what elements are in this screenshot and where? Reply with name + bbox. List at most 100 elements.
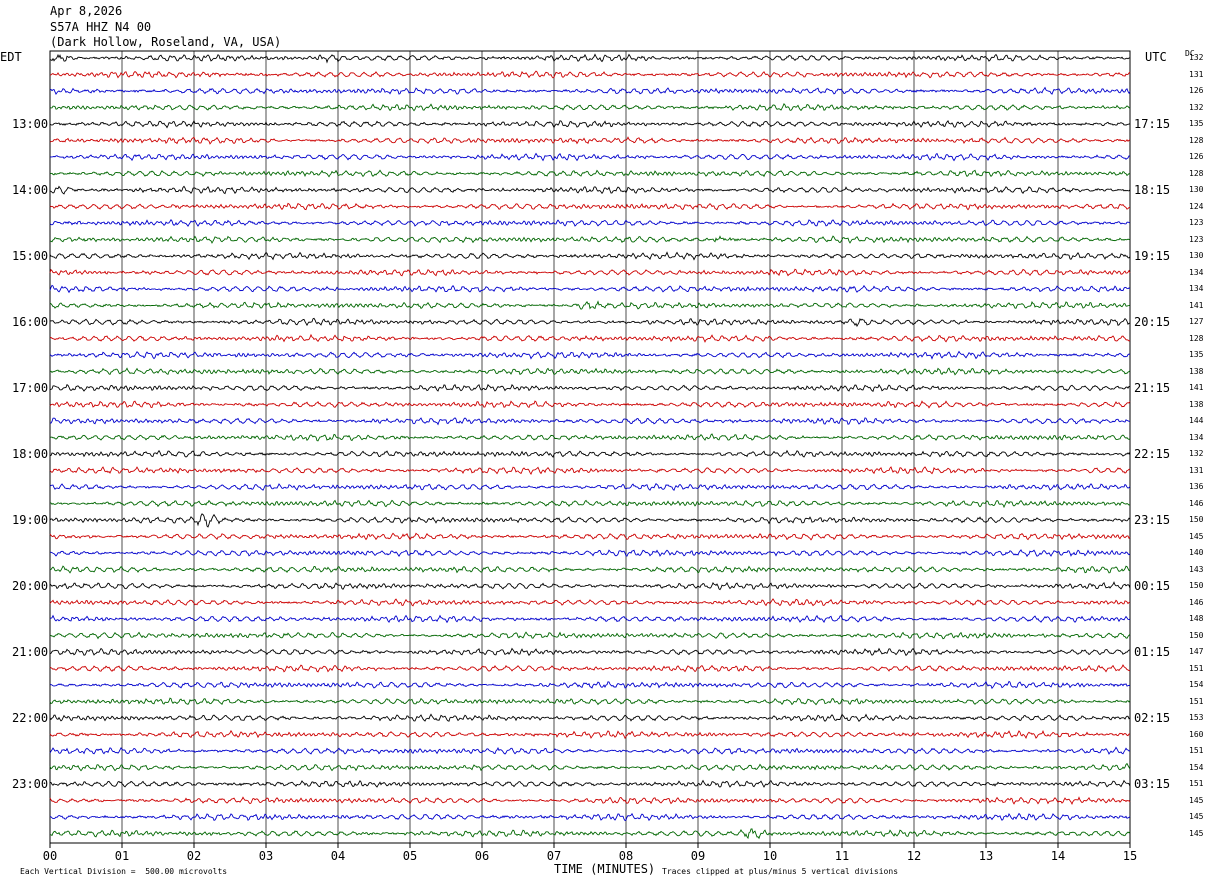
- dc-offset-label: 128: [1189, 333, 1204, 343]
- trace-line: [49, 284, 1131, 294]
- trace-line: [49, 581, 1131, 591]
- x-tick-label: 00: [43, 849, 57, 863]
- dc-offset-label: 135: [1189, 350, 1204, 359]
- right-hour-label: 20:15: [1134, 315, 1171, 329]
- dc-offset-label: 123: [1189, 234, 1204, 244]
- dc-offset-label: 141: [1189, 300, 1204, 310]
- trace-line: [49, 729, 1131, 740]
- scale-note: Each Vertical Division = 500.00 microvol…: [20, 867, 228, 876]
- dc-offset-label: 130: [1189, 251, 1204, 260]
- x-tick-label: 04: [331, 849, 345, 863]
- trace-line: [49, 383, 1131, 392]
- dc-offset-label: 150: [1189, 515, 1204, 524]
- trace-line: [49, 680, 1131, 690]
- trace-line: [49, 513, 1131, 528]
- x-tick-label: 13: [979, 849, 993, 863]
- trace-line: [49, 317, 1131, 328]
- dc-offset-label: 143: [1189, 564, 1204, 574]
- trace-line: [49, 565, 1131, 574]
- trace-line: [49, 697, 1131, 706]
- right-hour-label: 18:15: [1134, 183, 1171, 197]
- trace-line: [49, 218, 1131, 228]
- left-hour-label: 22:00: [12, 711, 49, 725]
- right-zone-label: UTC: [1145, 50, 1167, 64]
- dc-offset-label: 131: [1189, 465, 1204, 475]
- right-hour-label: 01:15: [1134, 645, 1171, 659]
- left-hour-label: 17:00: [12, 381, 49, 395]
- trace-line: [49, 350, 1131, 360]
- trace-line: [49, 235, 1131, 244]
- dc-offset-label: 150: [1189, 630, 1204, 640]
- left-hour-label: 14:00: [12, 183, 49, 197]
- clip-note: Traces clipped at plus/minus 5 vertical …: [662, 867, 899, 876]
- dc-offset-label: 127: [1189, 317, 1204, 326]
- trace-line: [49, 598, 1131, 607]
- trace-line: [49, 120, 1131, 129]
- x-axis-label: TIME (MINUTES): [554, 862, 656, 876]
- trace-line: [49, 103, 1131, 112]
- trace-line: [49, 53, 1131, 64]
- x-tick-label: 08: [619, 849, 633, 863]
- x-tick-label: 05: [403, 849, 417, 863]
- right-hour-label: 02:15: [1134, 711, 1171, 725]
- x-tick-label: 09: [691, 849, 705, 863]
- dc-offset-label: 141: [1189, 383, 1204, 392]
- trace-line: [49, 152, 1131, 162]
- dc-offset-label: 134: [1189, 267, 1204, 277]
- trace-line: [49, 796, 1131, 805]
- dc-offset-label: 154: [1189, 680, 1204, 689]
- dc-offset-label: 145: [1189, 828, 1204, 838]
- dc-offset-label: 145: [1189, 812, 1204, 821]
- dc-offset-label: 153: [1189, 713, 1204, 722]
- dc-offset-label: 144: [1189, 416, 1204, 425]
- dc-offset-label: 132: [1189, 53, 1204, 62]
- dc-offset-label: 138: [1189, 366, 1204, 376]
- left-hour-label: 21:00: [12, 645, 49, 659]
- left-hour-label: 13:00: [12, 117, 49, 131]
- trace-line: [49, 746, 1131, 755]
- dc-offset-label: 130: [1189, 185, 1204, 194]
- dc-offset-label: 145: [1189, 531, 1204, 541]
- trace-line: [49, 713, 1131, 723]
- dc-offset-label: 150: [1189, 581, 1204, 590]
- helicorder-plot: 00 01 02 03 04 05 06 07 08 09 10 11 12 13 14 15: [43, 50, 1137, 863]
- left-hour-label: 16:00: [12, 315, 49, 329]
- right-hour-label: 23:15: [1134, 513, 1171, 527]
- dc-offset-label: 128: [1189, 168, 1204, 178]
- trace-line: [49, 466, 1131, 476]
- header-station: S57A HHZ N4 00: [50, 20, 152, 34]
- trace-line: [49, 433, 1131, 442]
- trace-line: [49, 532, 1131, 541]
- header-location: (Dark Hollow, Roseland, VA, USA): [50, 35, 282, 49]
- trace-line: [49, 202, 1131, 211]
- right-hour-label: 19:15: [1134, 249, 1171, 263]
- left-hour-label: 23:00: [12, 777, 49, 791]
- trace-line: [49, 499, 1131, 509]
- plot-grid: [49, 50, 1131, 844]
- seismic-traces: [49, 53, 1131, 840]
- dc-offset-label: 126: [1189, 86, 1204, 95]
- dc-offset-label: 151: [1189, 779, 1204, 788]
- plot-frame: [49, 50, 1131, 844]
- trace-line: [49, 647, 1131, 657]
- trace-line: [49, 333, 1131, 343]
- trace-line: [49, 367, 1131, 376]
- x-tick-label: 14: [1051, 849, 1065, 863]
- trace-line: [49, 268, 1131, 277]
- trace-line: [49, 614, 1131, 624]
- dc-offset-label: 154: [1189, 762, 1204, 772]
- dc-offset-label: 134: [1189, 432, 1204, 442]
- x-tick-label: 15: [1123, 849, 1137, 863]
- dc-offset-label: 160: [1189, 729, 1204, 739]
- x-tick-label: 03: [259, 849, 273, 863]
- trace-line: [49, 549, 1131, 558]
- dc-offset-label: 124: [1189, 201, 1204, 211]
- dc-offset-label: 136: [1189, 482, 1204, 491]
- dc-offset-label: 148: [1189, 614, 1204, 623]
- dc-offset-label: 140: [1189, 548, 1204, 557]
- trace-line: [49, 251, 1131, 261]
- dc-offset-label: 146: [1189, 597, 1204, 607]
- dc-offset-label: 146: [1189, 498, 1204, 508]
- trace-line: [49, 185, 1131, 195]
- x-tick-label: 01: [115, 849, 129, 863]
